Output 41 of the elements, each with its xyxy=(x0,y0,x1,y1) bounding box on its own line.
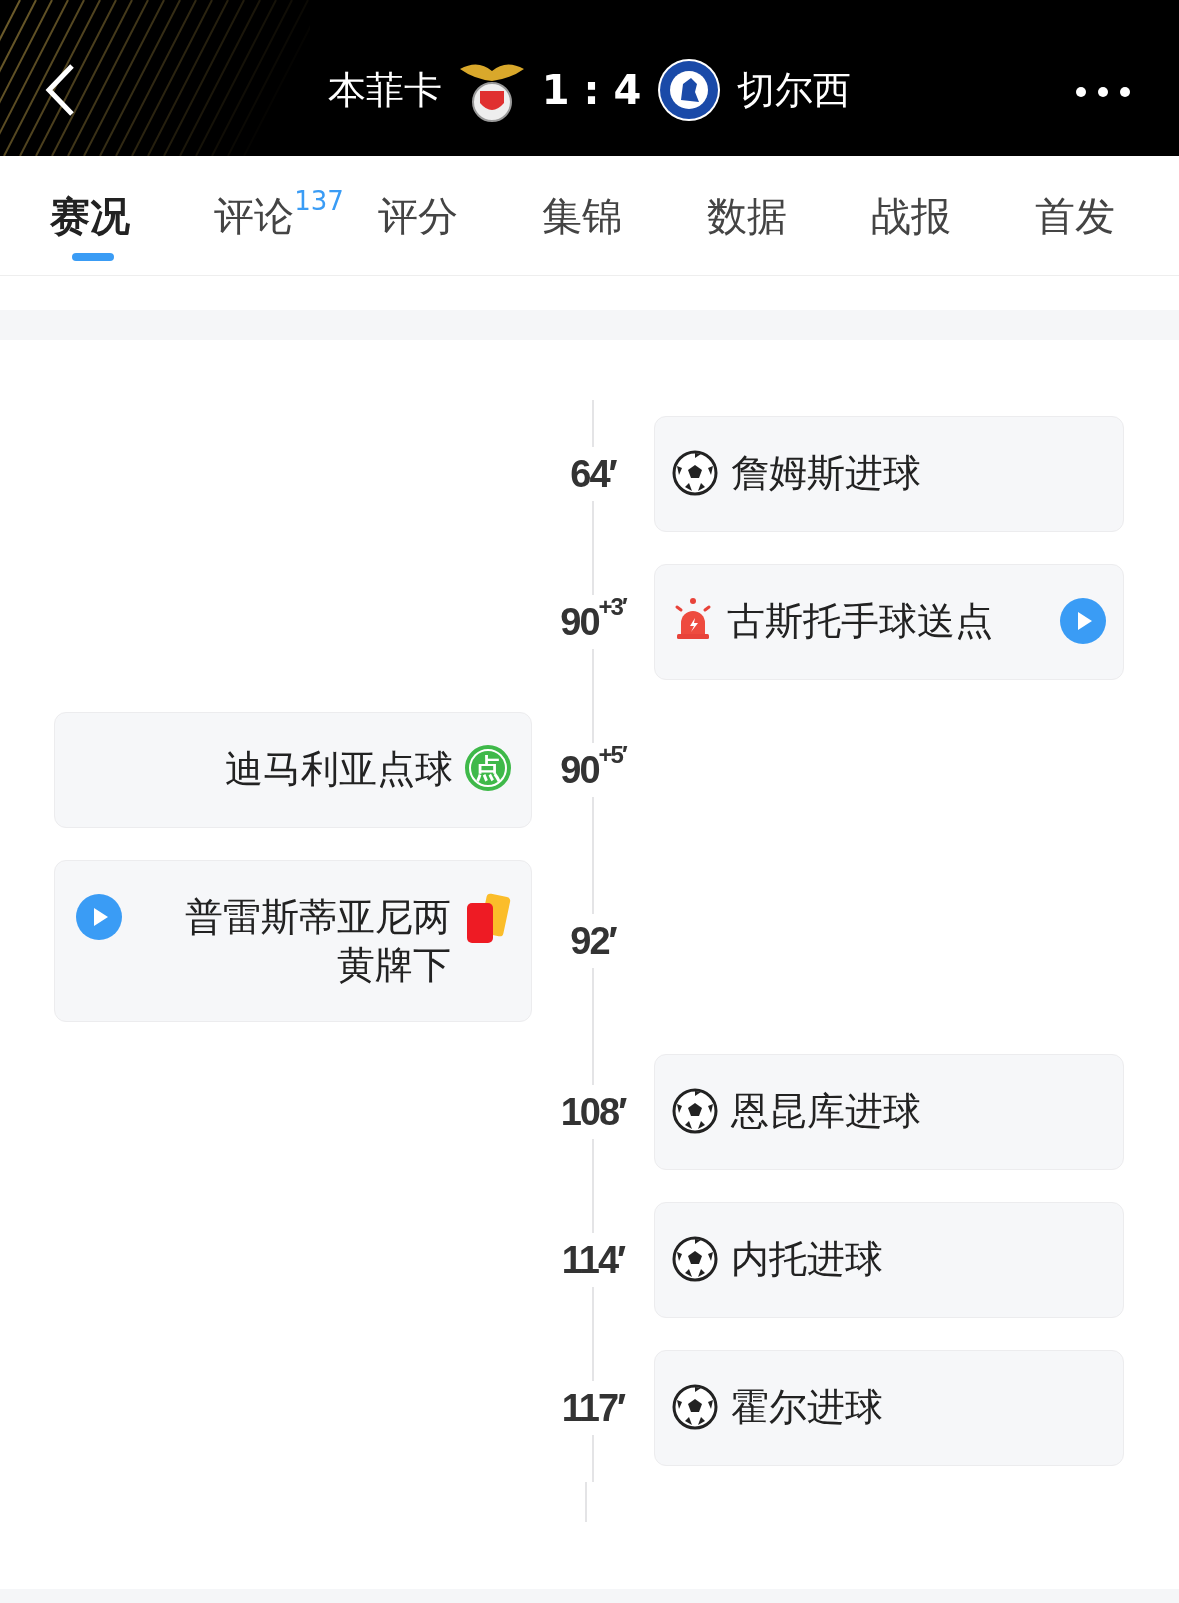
away-team: 切尔西 xyxy=(737,66,852,114)
event-text: 普雷斯蒂亚尼两黄牌下 xyxy=(184,894,451,989)
score: 1 : 4 xyxy=(541,66,642,115)
lion-crest-icon xyxy=(657,58,722,122)
tab[interactable]: 数据 xyxy=(686,156,851,275)
tab[interactable]: 赛况 xyxy=(30,156,195,275)
more-button[interactable] xyxy=(1075,86,1131,98)
back-icon xyxy=(44,63,76,117)
event-card[interactable]: 古斯托手球送点 xyxy=(654,564,1124,680)
play-icon[interactable] xyxy=(1059,597,1107,645)
soccer-ball-icon xyxy=(671,1383,719,1431)
penalty-badge-icon: 点 xyxy=(465,745,511,791)
event-card[interactable]: 恩昆库进球 xyxy=(654,1054,1124,1170)
event-card[interactable]: 詹姆斯进球 xyxy=(654,416,1124,532)
event-card[interactable]: 迪马利亚点球 点 xyxy=(54,712,532,828)
more-icon xyxy=(1075,86,1131,98)
event-text: 古斯托手球送点 xyxy=(727,598,993,645)
tab[interactable]: 集锦 xyxy=(522,156,687,275)
soccer-ball-icon xyxy=(671,449,719,497)
event-card[interactable]: 普雷斯蒂亚尼两黄牌下 xyxy=(54,860,532,1022)
tab[interactable]: 战报 xyxy=(850,156,1015,275)
event-text: 詹姆斯进球 xyxy=(731,450,921,497)
event-text: 内托进球 xyxy=(731,1236,883,1283)
comment-count: 137 xyxy=(294,184,344,218)
event-text: 霍尔进球 xyxy=(731,1384,883,1431)
soccer-ball-icon xyxy=(671,1087,719,1135)
tab[interactable]: 首发 xyxy=(1014,156,1179,275)
event-text: 恩昆库进球 xyxy=(731,1088,921,1135)
tab[interactable]: 评分 xyxy=(358,156,523,275)
event-minute: 64′ xyxy=(570,452,616,497)
soccer-ball-icon xyxy=(671,1235,719,1283)
home-team: 本菲卡 xyxy=(327,66,442,114)
event-minute: 108′ xyxy=(560,1090,626,1135)
event-card[interactable]: 内托进球 xyxy=(654,1202,1124,1318)
event-minute: 114′ xyxy=(561,1238,625,1283)
event-minute: 92′ xyxy=(570,919,616,964)
event-text: 迪马利亚点球 xyxy=(225,746,453,793)
tab-indicator xyxy=(72,253,114,261)
event-minute: 117′ xyxy=(561,1386,625,1431)
play-icon[interactable] xyxy=(75,893,123,941)
event-card[interactable]: 霍尔进球 xyxy=(654,1350,1124,1466)
